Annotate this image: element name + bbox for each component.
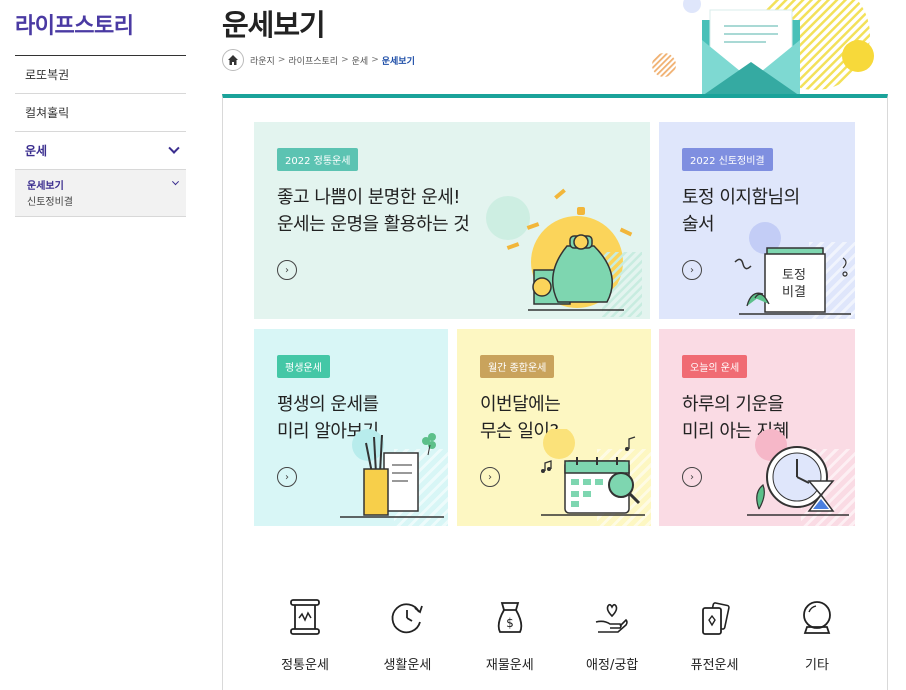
- card-text-line: 운세는 운명을 활용하는 것: [277, 214, 470, 235]
- card-text-line: 하루의 기운을: [682, 394, 784, 415]
- money-bag-illustration: [486, 188, 642, 317]
- refresh-clock-icon: [391, 603, 424, 634]
- sidebar-item-label: 컬쳐홀릭: [25, 106, 70, 120]
- scroll-icon: [290, 599, 320, 635]
- sidebar-item-lotto[interactable]: 로또복권: [15, 56, 186, 94]
- sidebar-item-label: 운세: [25, 144, 48, 158]
- category-fusion[interactable]: 퓨전운세: [665, 598, 765, 673]
- category-label: 퓨전운세: [690, 658, 739, 673]
- category-label: 생활운세: [383, 658, 432, 673]
- card-today-fortune[interactable]: 오늘의 운세 하루의 기운을 미리 아는 지혜 ›: [659, 329, 855, 526]
- fortune-panel: 2022 정통운세 좋고 나쁨이 분명한 운세! 운세는 운명을 활용하는 것 …: [222, 94, 888, 690]
- breadcrumb-separator: >: [371, 55, 379, 65]
- category-label: 애정/궁합: [586, 658, 639, 673]
- breadcrumb-separator: >: [277, 55, 286, 65]
- card-lifetime-fortune[interactable]: 평생운세 평생의 운세를 미리 알아보기 ›: [254, 329, 448, 526]
- breadcrumb-separator: >: [341, 55, 349, 65]
- card-badge: 오늘의 운세: [682, 355, 748, 378]
- breadcrumb-item[interactable]: 운세: [352, 54, 369, 67]
- category-wealth[interactable]: $ 재물운세: [460, 598, 560, 673]
- category-traditional[interactable]: 정통운세: [255, 598, 355, 673]
- sidebar: 라이프스토리 로또복권 컬쳐홀릭 운세 운세보기 신토정비결: [15, 0, 186, 217]
- category-life[interactable]: 생활운세: [357, 598, 457, 673]
- category-label: 기타: [804, 658, 829, 673]
- breadcrumb-item[interactable]: 라이프스토리: [288, 54, 338, 67]
- book-title-line: 토정: [782, 268, 806, 283]
- clock-hourglass-illustration: [747, 429, 849, 516]
- card-badge: 2022 정통운세: [277, 148, 359, 171]
- arrow-right-icon[interactable]: ›: [682, 260, 702, 280]
- book-title: 토정 비결: [769, 267, 819, 301]
- breadcrumb-item[interactable]: 라운지: [250, 54, 275, 67]
- sidebar-item-label: 로또복권: [25, 68, 70, 82]
- card-monthly-fortune[interactable]: 월간 종합운세 이번달에는 무슨 일이? ›: [457, 329, 651, 526]
- chevron-down-icon: [171, 177, 180, 185]
- heart-hand-icon: [595, 603, 628, 633]
- card-text-line: 평생의 운세를: [277, 394, 379, 415]
- card-text-line: 좋고 나쁨이 분명한 운세!: [277, 187, 460, 208]
- sidebar-title: 라이프스토리: [15, 0, 186, 56]
- card-badge: 월간 종합운세: [480, 355, 555, 378]
- arrow-right-icon[interactable]: ›: [682, 467, 702, 487]
- money-bag-icon: $: [497, 602, 522, 633]
- arrow-right-icon[interactable]: ›: [277, 467, 297, 487]
- category-label: 재물운세: [485, 658, 534, 673]
- arrow-right-icon[interactable]: ›: [277, 260, 297, 280]
- book-title-line: 비결: [782, 285, 806, 300]
- breadcrumb: 라운지 > 라이프스토리 > 운세 > 운세보기: [222, 49, 415, 71]
- sidebar-subitem-label: 운세보기: [27, 180, 64, 192]
- sidebar-subitem-label: 신토정비결: [27, 196, 73, 208]
- cards-icon: [701, 602, 730, 635]
- envelope-illustration: [652, 0, 874, 96]
- sidebar-item-culture[interactable]: 컬쳐홀릭: [15, 94, 186, 132]
- calendar-illustration: [541, 429, 645, 516]
- card-text-line: 토정 이지함님의: [682, 187, 800, 208]
- sidebar-subitem-fortune-view[interactable]: 운세보기: [27, 176, 180, 192]
- sidebar-item-fortune[interactable]: 운세: [15, 132, 186, 170]
- pencil-cup-illustration: [340, 429, 444, 518]
- card-badge: 평생운세: [277, 355, 330, 378]
- card-traditional-fortune[interactable]: 2022 정통운세 좋고 나쁨이 분명한 운세! 운세는 운명을 활용하는 것 …: [254, 122, 650, 319]
- svg-text:$: $: [506, 616, 514, 630]
- category-love[interactable]: 애정/궁합: [562, 598, 662, 673]
- crystal-ball-icon: [803, 601, 831, 634]
- home-icon[interactable]: [222, 49, 244, 71]
- card-text-line: 이번달에는: [480, 394, 561, 415]
- page-title: 운세보기: [222, 8, 326, 42]
- card-badge: 2022 신토정비결: [682, 148, 773, 171]
- card-tojeong[interactable]: 2022 신토정비결 토정 이지함님의 술서 › 토정 비결: [659, 122, 855, 319]
- chevron-down-icon: [168, 142, 180, 154]
- sidebar-subitem-tojeong[interactable]: 신토정비결: [27, 192, 178, 208]
- category-icons: 정통운세 생활운세 $ 재물운세 애정/궁합 퓨전운세 기타: [255, 598, 867, 673]
- sidebar-submenu: 운세보기 신토정비결: [15, 170, 186, 217]
- card-text: 좋고 나쁨이 분명한 운세! 운세는 운명을 활용하는 것: [277, 184, 470, 238]
- breadcrumb-current: 운세보기: [381, 56, 415, 67]
- category-etc[interactable]: 기타: [767, 598, 867, 673]
- arrow-right-icon[interactable]: ›: [480, 467, 500, 487]
- category-label: 정통운세: [281, 658, 329, 673]
